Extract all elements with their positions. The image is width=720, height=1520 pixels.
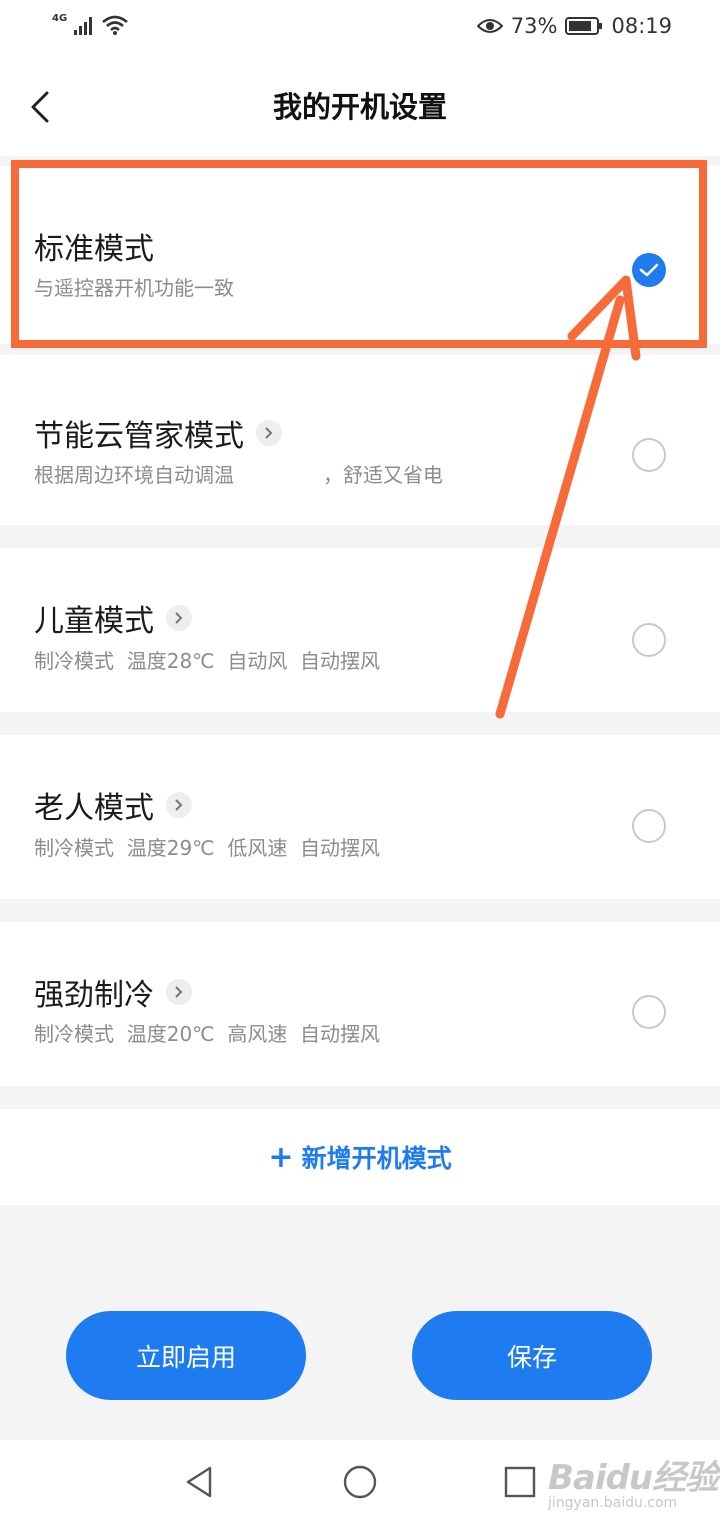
detail-chevron[interactable]: [256, 420, 282, 446]
nav-recents-icon[interactable]: [500, 1462, 540, 1502]
save-label: 保存: [506, 1342, 557, 1372]
battery-icon: [565, 17, 603, 35]
chevron-right-icon: [175, 799, 183, 811]
plus-icon: +: [268, 1139, 294, 1175]
mode-description: 制冷模式 温度29℃ 低风速 自动摆风: [34, 836, 381, 860]
mode-radio[interactable]: [632, 995, 666, 1029]
chevron-right-icon: [265, 427, 273, 439]
mode-radio[interactable]: [632, 809, 666, 843]
mode-description: 制冷模式 温度20℃ 高风速 自动摆风: [34, 1022, 381, 1046]
mode-radio-selected[interactable]: [632, 253, 666, 287]
wifi-icon: [102, 15, 129, 35]
watermark-logo: Baidu经验: [548, 1458, 719, 1498]
mode-radio[interactable]: [632, 623, 666, 657]
signal-icon: [74, 17, 93, 35]
eye-comfort-icon: [476, 19, 503, 33]
save-button[interactable]: 保存: [412, 1311, 652, 1400]
status-left: 4G: [52, 13, 129, 36]
clock: 08:19: [611, 14, 672, 38]
app-header: 我的开机设置: [0, 58, 720, 156]
detail-chevron[interactable]: [166, 792, 192, 818]
detail-chevron[interactable]: [166, 979, 192, 1005]
mode-title: 节能云管家模式: [34, 419, 244, 454]
mode-card-eco[interactable]: 节能云管家模式 根据周边环境自动调温 ，舒适又省电: [0, 355, 720, 525]
battery-percent: 73%: [510, 14, 558, 38]
detail-chevron[interactable]: [166, 605, 192, 631]
enable-now-label: 立即启用: [135, 1342, 236, 1372]
nav-home-icon[interactable]: [340, 1462, 380, 1502]
watermark: Baidu经验 jingyan.baidu.com: [548, 1450, 719, 1511]
add-mode-label: 新增开机模式: [301, 1144, 452, 1173]
status-bar: 4G 73% 08:19: [0, 0, 720, 58]
mode-description: 根据周边环境自动调温 ，舒适又省电: [34, 463, 444, 487]
mode-card-child[interactable]: 儿童模式 制冷模式 温度28℃ 自动风 自动摆风: [0, 548, 720, 712]
mode-title: 强劲制冷: [34, 978, 154, 1013]
network-type: 4G: [52, 13, 68, 24]
mode-description: 与遥控器开机功能一致: [34, 276, 234, 300]
mode-title: 老人模式: [34, 791, 154, 826]
chevron-right-icon: [175, 986, 183, 998]
enable-now-button[interactable]: 立即启用: [66, 1311, 306, 1400]
mode-card-elderly[interactable]: 老人模式 制冷模式 温度29℃ 低风速 自动摆风: [0, 735, 720, 899]
mode-card-turbo-cool[interactable]: 强劲制冷 制冷模式 温度20℃ 高风速 自动摆风: [0, 922, 720, 1086]
mode-card-standard[interactable]: 标准模式 与遥控器开机功能一致: [0, 166, 720, 344]
status-right: 73% 08:19: [476, 14, 672, 38]
chevron-right-icon: [175, 612, 183, 624]
check-icon: [639, 263, 659, 277]
nav-back-icon[interactable]: [180, 1462, 220, 1502]
mode-title: 标准模式: [34, 232, 154, 267]
add-mode-button[interactable]: + 新增开机模式: [0, 1109, 720, 1205]
mode-radio[interactable]: [632, 438, 666, 472]
page-title: 我的开机设置: [272, 90, 447, 124]
mode-description: 制冷模式 温度28℃ 自动风 自动摆风: [34, 649, 381, 673]
mode-title: 儿童模式: [34, 604, 154, 639]
